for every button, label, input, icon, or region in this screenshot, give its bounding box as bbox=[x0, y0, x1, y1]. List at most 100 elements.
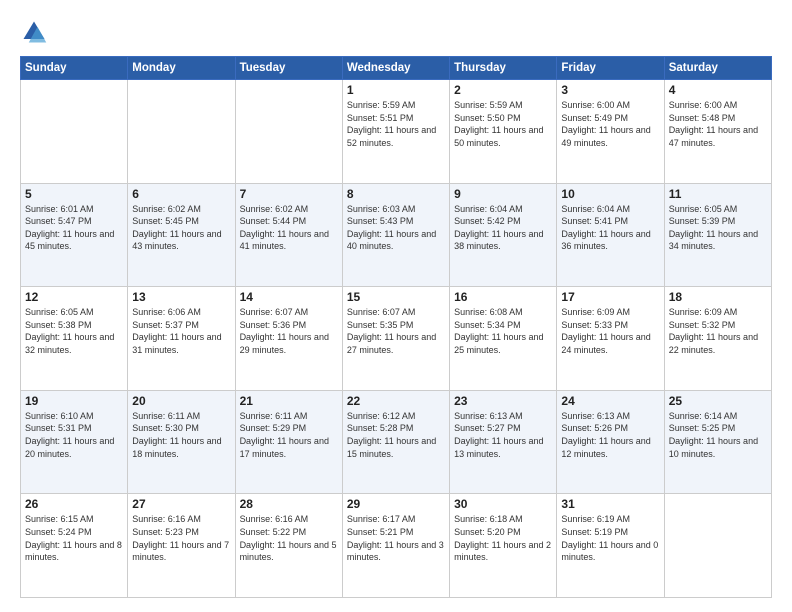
day-number: 13 bbox=[132, 290, 230, 304]
day-number: 4 bbox=[669, 83, 767, 97]
weekday-header-tuesday: Tuesday bbox=[235, 57, 342, 80]
calendar-cell: 4 Sunrise: 6:00 AM Sunset: 5:48 PM Daylig… bbox=[664, 80, 771, 184]
day-info: Sunrise: 6:12 AM Sunset: 5:28 PM Dayligh… bbox=[347, 410, 445, 460]
calendar: SundayMondayTuesdayWednesdayThursdayFrid… bbox=[20, 56, 772, 598]
day-info: Sunrise: 6:17 AM Sunset: 5:21 PM Dayligh… bbox=[347, 513, 445, 563]
calendar-cell: 13 Sunrise: 6:06 AM Sunset: 5:37 PM Dayli… bbox=[128, 287, 235, 391]
calendar-cell: 20 Sunrise: 6:11 AM Sunset: 5:30 PM Dayli… bbox=[128, 390, 235, 494]
day-info: Sunrise: 6:18 AM Sunset: 5:20 PM Dayligh… bbox=[454, 513, 552, 563]
day-number: 28 bbox=[240, 497, 338, 511]
day-info: Sunrise: 5:59 AM Sunset: 5:50 PM Dayligh… bbox=[454, 99, 552, 149]
day-number: 24 bbox=[561, 394, 659, 408]
calendar-cell: 17 Sunrise: 6:09 AM Sunset: 5:33 PM Dayli… bbox=[557, 287, 664, 391]
day-info: Sunrise: 6:09 AM Sunset: 5:33 PM Dayligh… bbox=[561, 306, 659, 356]
calendar-cell: 10Sunrise: 6:04 AM Sunset: 5:41 PM Dayli… bbox=[557, 183, 664, 287]
day-number: 22 bbox=[347, 394, 445, 408]
calendar-cell: 22 Sunrise: 6:12 AM Sunset: 5:28 PM Dayli… bbox=[342, 390, 449, 494]
calendar-cell: 27Sunrise: 6:16 AM Sunset: 5:23 PM Dayli… bbox=[128, 494, 235, 598]
week-row-4: 19Sunrise: 6:10 AM Sunset: 5:31 PM Dayli… bbox=[21, 390, 772, 494]
day-info: Sunrise: 6:13 AM Sunset: 5:26 PM Dayligh… bbox=[561, 410, 659, 460]
day-number: 27 bbox=[132, 497, 230, 511]
page: SundayMondayTuesdayWednesdayThursdayFrid… bbox=[0, 0, 792, 612]
day-info: Sunrise: 6:11 AM Sunset: 5:30 PM Dayligh… bbox=[132, 410, 230, 460]
day-number: 14 bbox=[240, 290, 338, 304]
day-number: 16 bbox=[454, 290, 552, 304]
weekday-header-friday: Friday bbox=[557, 57, 664, 80]
calendar-cell: 23 Sunrise: 6:13 AM Sunset: 5:27 PM Dayli… bbox=[450, 390, 557, 494]
day-info: Sunrise: 6:09 AM Sunset: 5:32 PM Dayligh… bbox=[669, 306, 767, 356]
calendar-cell: 15 Sunrise: 6:07 AM Sunset: 5:35 PM Dayli… bbox=[342, 287, 449, 391]
calendar-cell: 5Sunrise: 6:01 AM Sunset: 5:47 PM Daylig… bbox=[21, 183, 128, 287]
calendar-cell: 3 Sunrise: 6:00 AM Sunset: 5:49 PM Daylig… bbox=[557, 80, 664, 184]
calendar-cell: 7 Sunrise: 6:02 AM Sunset: 5:44 PM Daylig… bbox=[235, 183, 342, 287]
calendar-cell bbox=[235, 80, 342, 184]
calendar-cell: 31 Sunrise: 6:19 AM Sunset: 5:19 PM Dayli… bbox=[557, 494, 664, 598]
calendar-cell: 29 Sunrise: 6:17 AM Sunset: 5:21 PM Dayli… bbox=[342, 494, 449, 598]
calendar-cell bbox=[664, 494, 771, 598]
calendar-cell: 2 Sunrise: 5:59 AM Sunset: 5:50 PM Daylig… bbox=[450, 80, 557, 184]
calendar-cell bbox=[21, 80, 128, 184]
calendar-cell: 6 Sunrise: 6:02 AM Sunset: 5:45 PM Daylig… bbox=[128, 183, 235, 287]
logo bbox=[20, 18, 52, 46]
day-info: Sunrise: 6:00 AM Sunset: 5:48 PM Dayligh… bbox=[669, 99, 767, 149]
day-info: Sunrise: 5:59 AM Sunset: 5:51 PM Dayligh… bbox=[347, 99, 445, 149]
day-number: 2 bbox=[454, 83, 552, 97]
day-number: 7 bbox=[240, 187, 338, 201]
day-number: 20 bbox=[132, 394, 230, 408]
day-info: Sunrise: 6:07 AM Sunset: 5:36 PM Dayligh… bbox=[240, 306, 338, 356]
day-number: 25 bbox=[669, 394, 767, 408]
logo-icon bbox=[20, 18, 48, 46]
day-number: 15 bbox=[347, 290, 445, 304]
day-number: 3 bbox=[561, 83, 659, 97]
calendar-cell: 16 Sunrise: 6:08 AM Sunset: 5:34 PM Dayli… bbox=[450, 287, 557, 391]
day-number: 26 bbox=[25, 497, 123, 511]
day-info: Sunrise: 6:08 AM Sunset: 5:34 PM Dayligh… bbox=[454, 306, 552, 356]
day-info: Sunrise: 6:00 AM Sunset: 5:49 PM Dayligh… bbox=[561, 99, 659, 149]
calendar-cell: 8 Sunrise: 6:03 AM Sunset: 5:43 PM Daylig… bbox=[342, 183, 449, 287]
day-info: Sunrise: 6:14 AM Sunset: 5:25 PM Dayligh… bbox=[669, 410, 767, 460]
week-row-3: 12 Sunrise: 6:05 AM Sunset: 5:38 PM Dayli… bbox=[21, 287, 772, 391]
calendar-cell: 1 Sunrise: 5:59 AM Sunset: 5:51 PM Daylig… bbox=[342, 80, 449, 184]
day-info: Sunrise: 6:13 AM Sunset: 5:27 PM Dayligh… bbox=[454, 410, 552, 460]
day-info: Sunrise: 6:05 AM Sunset: 5:39 PM Dayligh… bbox=[669, 203, 767, 253]
day-info: Sunrise: 6:16 AM Sunset: 5:22 PM Dayligh… bbox=[240, 513, 338, 563]
week-row-5: 26 Sunrise: 6:15 AM Sunset: 5:24 PM Dayli… bbox=[21, 494, 772, 598]
calendar-cell: 18Sunrise: 6:09 AM Sunset: 5:32 PM Dayli… bbox=[664, 287, 771, 391]
day-info: Sunrise: 6:11 AM Sunset: 5:29 PM Dayligh… bbox=[240, 410, 338, 460]
day-number: 29 bbox=[347, 497, 445, 511]
day-info: Sunrise: 6:05 AM Sunset: 5:38 PM Dayligh… bbox=[25, 306, 123, 356]
day-number: 12 bbox=[25, 290, 123, 304]
day-number: 1 bbox=[347, 83, 445, 97]
header bbox=[20, 18, 772, 46]
day-number: 11 bbox=[669, 187, 767, 201]
weekday-header-thursday: Thursday bbox=[450, 57, 557, 80]
day-number: 6 bbox=[132, 187, 230, 201]
day-info: Sunrise: 6:06 AM Sunset: 5:37 PM Dayligh… bbox=[132, 306, 230, 356]
day-number: 21 bbox=[240, 394, 338, 408]
day-number: 23 bbox=[454, 394, 552, 408]
day-info: Sunrise: 6:15 AM Sunset: 5:24 PM Dayligh… bbox=[25, 513, 123, 563]
calendar-cell: 19Sunrise: 6:10 AM Sunset: 5:31 PM Dayli… bbox=[21, 390, 128, 494]
weekday-header-wednesday: Wednesday bbox=[342, 57, 449, 80]
day-number: 31 bbox=[561, 497, 659, 511]
day-number: 5 bbox=[25, 187, 123, 201]
day-info: Sunrise: 6:02 AM Sunset: 5:45 PM Dayligh… bbox=[132, 203, 230, 253]
day-info: Sunrise: 6:04 AM Sunset: 5:41 PM Dayligh… bbox=[561, 203, 659, 253]
calendar-cell: 14 Sunrise: 6:07 AM Sunset: 5:36 PM Dayli… bbox=[235, 287, 342, 391]
calendar-cell: 28 Sunrise: 6:16 AM Sunset: 5:22 PM Dayli… bbox=[235, 494, 342, 598]
day-number: 9 bbox=[454, 187, 552, 201]
calendar-cell: 26 Sunrise: 6:15 AM Sunset: 5:24 PM Dayli… bbox=[21, 494, 128, 598]
day-number: 8 bbox=[347, 187, 445, 201]
weekday-header-monday: Monday bbox=[128, 57, 235, 80]
week-row-1: 1 Sunrise: 5:59 AM Sunset: 5:51 PM Daylig… bbox=[21, 80, 772, 184]
weekday-header-sunday: Sunday bbox=[21, 57, 128, 80]
day-info: Sunrise: 6:03 AM Sunset: 5:43 PM Dayligh… bbox=[347, 203, 445, 253]
day-number: 17 bbox=[561, 290, 659, 304]
calendar-cell bbox=[128, 80, 235, 184]
day-info: Sunrise: 6:02 AM Sunset: 5:44 PM Dayligh… bbox=[240, 203, 338, 253]
day-info: Sunrise: 6:19 AM Sunset: 5:19 PM Dayligh… bbox=[561, 513, 659, 563]
calendar-cell: 25 Sunrise: 6:14 AM Sunset: 5:25 PM Dayli… bbox=[664, 390, 771, 494]
weekday-header-row: SundayMondayTuesdayWednesdayThursdayFrid… bbox=[21, 57, 772, 80]
day-info: Sunrise: 6:07 AM Sunset: 5:35 PM Dayligh… bbox=[347, 306, 445, 356]
week-row-2: 5Sunrise: 6:01 AM Sunset: 5:47 PM Daylig… bbox=[21, 183, 772, 287]
